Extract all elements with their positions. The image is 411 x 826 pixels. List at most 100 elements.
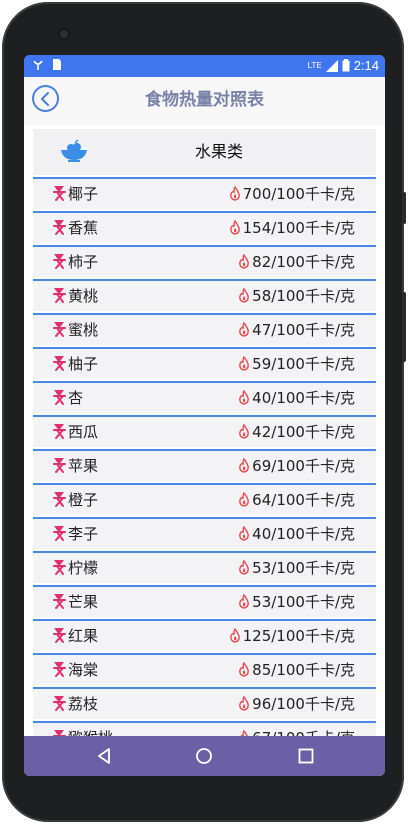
calorie-value: 42/100千卡/克 xyxy=(252,423,355,441)
home-circle-icon[interactable] xyxy=(194,746,214,766)
food-name: 荔枝 xyxy=(68,695,99,713)
calorie-value: 125/100千卡/克 xyxy=(242,627,355,645)
food-mark-icon xyxy=(53,254,66,269)
calorie-value: 59/100千卡/克 xyxy=(252,355,355,373)
flame-icon xyxy=(239,458,249,473)
food-mark-icon xyxy=(53,594,66,609)
calorie-value: 58/100千卡/克 xyxy=(252,287,355,305)
food-calorie-list: 水果类 椰子 700/100千卡/克 香蕉 154/100千卡/克 柿子 82/… xyxy=(24,125,385,755)
list-item[interactable]: 杏 40/100千卡/克 xyxy=(33,381,376,413)
food-mark-icon xyxy=(53,288,66,303)
food-name: 红果 xyxy=(68,627,99,645)
flame-icon xyxy=(239,526,249,541)
food-name: 海棠 xyxy=(68,661,99,679)
food-mark-icon xyxy=(53,628,66,643)
flame-icon xyxy=(239,254,249,269)
list-item[interactable]: 柠檬 53/100千卡/克 xyxy=(33,551,376,583)
network-label: LTE xyxy=(307,61,322,70)
category-header: 水果类 xyxy=(33,129,376,175)
app-header: 食物热量对照表 xyxy=(24,77,385,125)
clock: 2:14 xyxy=(353,58,379,73)
list-item[interactable]: 橙子 64/100千卡/克 xyxy=(33,483,376,515)
flame-icon xyxy=(239,390,249,405)
calorie-value: 40/100千卡/克 xyxy=(252,525,355,543)
flame-icon xyxy=(239,560,249,575)
food-name: 杏 xyxy=(68,389,84,407)
navigation-bar xyxy=(24,736,385,776)
flame-icon xyxy=(239,356,249,371)
list-item[interactable]: 椰子 700/100千卡/克 xyxy=(33,177,376,209)
list-item[interactable]: 海棠 85/100千卡/克 xyxy=(33,653,376,685)
list-item[interactable]: 黄桃 58/100千卡/克 xyxy=(33,279,376,311)
food-mark-icon xyxy=(53,696,66,711)
calorie-value: 53/100千卡/克 xyxy=(252,593,355,611)
food-name: 柿子 xyxy=(68,253,99,271)
food-mark-icon xyxy=(53,322,66,337)
food-list: 椰子 700/100千卡/克 香蕉 154/100千卡/克 柿子 82/100千… xyxy=(33,175,376,753)
food-name: 香蕉 xyxy=(68,219,99,237)
calorie-value: 154/100千卡/克 xyxy=(242,219,355,237)
list-item[interactable]: 柿子 82/100千卡/克 xyxy=(33,245,376,277)
flame-icon xyxy=(239,322,249,337)
calorie-value: 64/100千卡/克 xyxy=(252,491,355,509)
food-mark-icon xyxy=(53,220,66,235)
volume-button xyxy=(402,292,406,362)
calorie-value: 96/100千卡/克 xyxy=(252,695,355,713)
back-triangle-icon[interactable] xyxy=(94,746,114,766)
food-name: 蜜桃 xyxy=(68,321,99,339)
food-name: 苹果 xyxy=(68,457,99,475)
back-button[interactable] xyxy=(32,85,59,112)
food-mark-icon xyxy=(53,390,66,405)
status-bar: LTE 2:14 xyxy=(24,55,385,77)
recents-square-icon[interactable] xyxy=(296,746,316,766)
food-name: 椰子 xyxy=(68,185,99,203)
battery-icon xyxy=(342,59,350,72)
calorie-value: 47/100千卡/克 xyxy=(252,321,355,339)
flame-icon xyxy=(239,696,249,711)
food-mark-icon xyxy=(53,560,66,575)
screen: LTE 2:14 食物热量对照表 水果类 椰子 700/100千卡/克 香蕉 1… xyxy=(24,55,385,776)
flame-icon xyxy=(239,594,249,609)
calorie-value: 700/100千卡/克 xyxy=(242,185,355,203)
phone-frame: LTE 2:14 食物热量对照表 水果类 椰子 700/100千卡/克 香蕉 1… xyxy=(2,2,406,822)
food-mark-icon xyxy=(53,526,66,541)
food-name: 西瓜 xyxy=(68,423,99,441)
list-item[interactable]: 芒果 53/100千卡/克 xyxy=(33,585,376,617)
food-name: 柠檬 xyxy=(68,559,99,577)
back-arrow-icon xyxy=(40,91,49,106)
flame-icon xyxy=(239,492,249,507)
calorie-value: 82/100千卡/克 xyxy=(252,253,355,271)
list-item[interactable]: 柚子 59/100千卡/克 xyxy=(33,347,376,379)
calorie-value: 53/100千卡/克 xyxy=(252,559,355,577)
flame-icon xyxy=(239,424,249,439)
list-item[interactable]: 红果 125/100千卡/克 xyxy=(33,619,376,651)
food-mark-icon xyxy=(53,662,66,677)
flame-icon xyxy=(230,628,240,643)
food-mark-icon xyxy=(53,186,66,201)
food-mark-icon xyxy=(53,458,66,473)
food-name: 柚子 xyxy=(68,355,99,373)
food-mark-icon xyxy=(53,356,66,371)
flame-icon xyxy=(230,220,240,235)
food-name: 橙子 xyxy=(68,491,99,509)
food-name: 芒果 xyxy=(68,593,99,611)
list-item[interactable]: 李子 40/100千卡/克 xyxy=(33,517,376,549)
calorie-value: 85/100千卡/克 xyxy=(252,661,355,679)
food-name: 李子 xyxy=(68,525,99,543)
list-item[interactable]: 西瓜 42/100千卡/克 xyxy=(33,415,376,447)
calorie-value: 40/100千卡/克 xyxy=(252,389,355,407)
power-button xyxy=(402,192,406,224)
page-title: 食物热量对照表 xyxy=(145,90,264,110)
food-mark-icon xyxy=(53,424,66,439)
cell-signal-icon xyxy=(325,59,338,72)
flame-icon xyxy=(230,186,240,201)
flame-icon xyxy=(239,662,249,677)
flame-icon xyxy=(239,288,249,303)
list-item[interactable]: 香蕉 154/100千卡/克 xyxy=(33,211,376,243)
calorie-value: 69/100千卡/克 xyxy=(252,457,355,475)
food-name: 黄桃 xyxy=(68,287,99,305)
list-item[interactable]: 苹果 69/100千卡/克 xyxy=(33,449,376,481)
list-item[interactable]: 荔枝 96/100千卡/克 xyxy=(33,687,376,719)
signal-icon xyxy=(33,60,43,70)
list-item[interactable]: 蜜桃 47/100千卡/克 xyxy=(33,313,376,345)
